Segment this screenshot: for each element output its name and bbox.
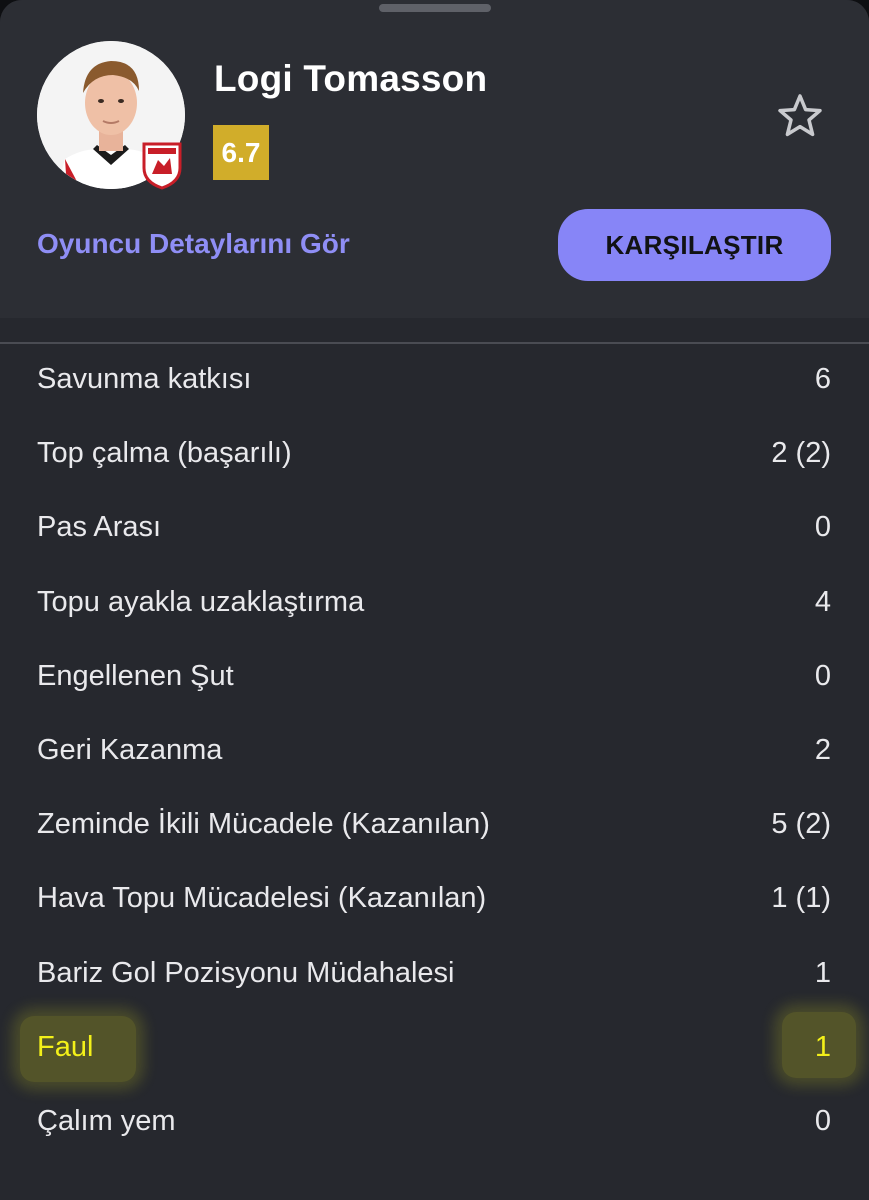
stat-value: 2 (2): [771, 437, 831, 470]
stat-value: 1: [814, 956, 831, 989]
stat-value: 2: [814, 733, 831, 766]
stat-row: Faul 1: [0, 1013, 869, 1087]
player-name: Logi Tomasson: [214, 58, 488, 99]
stat-row: Zeminde İkili Mücadele (Kazanılan) 5 (2): [0, 790, 869, 864]
stat-value: 1 (1): [771, 882, 831, 915]
stat-label: Zeminde İkili Mücadele (Kazanılan): [37, 808, 490, 841]
stats-list: Savunma katkısı 6 Top çalma (başarılı) 2 (2…: [0, 345, 869, 1161]
stat-label: Bariz Gol Pozisyonu Müdahalesi: [37, 956, 455, 989]
player-header: Logi Tomasson 6.7 Oyuncu Detaylarını Gör…: [0, 0, 869, 318]
stat-row: Top çalma (başarılı) 2 (2): [0, 419, 869, 493]
player-rating-badge: 6.7: [213, 125, 269, 180]
stat-value: 5 (2): [771, 808, 831, 841]
stat-label: Topu ayakla uzaklaştırma: [37, 585, 365, 618]
stat-row: Topu ayakla uzaklaştırma 4: [0, 568, 869, 642]
stat-row: Çalım yem 0: [0, 1087, 869, 1161]
club-badge-icon: [142, 142, 182, 190]
stat-value: 1: [814, 1030, 831, 1063]
stat-row: Geri Kazanma 2: [0, 716, 869, 790]
stat-row: Pas Arası 0: [0, 493, 869, 567]
stat-row: Savunma katkısı 6: [0, 345, 869, 419]
stat-value: 6: [814, 363, 831, 395]
drag-handle[interactable]: [379, 4, 491, 12]
compare-button[interactable]: KARŞILAŞTIR: [558, 209, 831, 281]
stat-label: Engellenen Şut: [37, 659, 234, 692]
stat-row: Engellenen Şut 0: [0, 642, 869, 716]
stat-label: Çalım yem: [37, 1104, 176, 1137]
player-bottom-sheet: Logi Tomasson 6.7 Oyuncu Detaylarını Gör…: [0, 0, 869, 1200]
star-outline-icon[interactable]: [774, 92, 826, 140]
stat-row: Bariz Gol Pozisyonu Müdahalesi 1: [0, 939, 869, 1013]
stat-label: Geri Kazanma: [37, 733, 223, 766]
stat-value: 0: [814, 659, 831, 692]
stat-value: 0: [814, 1104, 831, 1137]
stat-label: Hava Topu Mücadelesi (Kazanılan): [37, 882, 487, 915]
stat-label: Faul: [37, 1030, 94, 1063]
stat-row: Hava Topu Mücadelesi (Kazanılan) 1 (1): [0, 864, 869, 938]
player-details-link[interactable]: Oyuncu Detaylarını Gör: [37, 228, 350, 260]
stat-label: Savunma katkısı: [37, 363, 252, 395]
stat-value: 4: [814, 585, 831, 618]
stat-label: Top çalma (başarılı): [37, 437, 292, 470]
stat-value: 0: [814, 511, 831, 544]
stat-label: Pas Arası: [37, 511, 162, 544]
divider: [0, 342, 869, 344]
